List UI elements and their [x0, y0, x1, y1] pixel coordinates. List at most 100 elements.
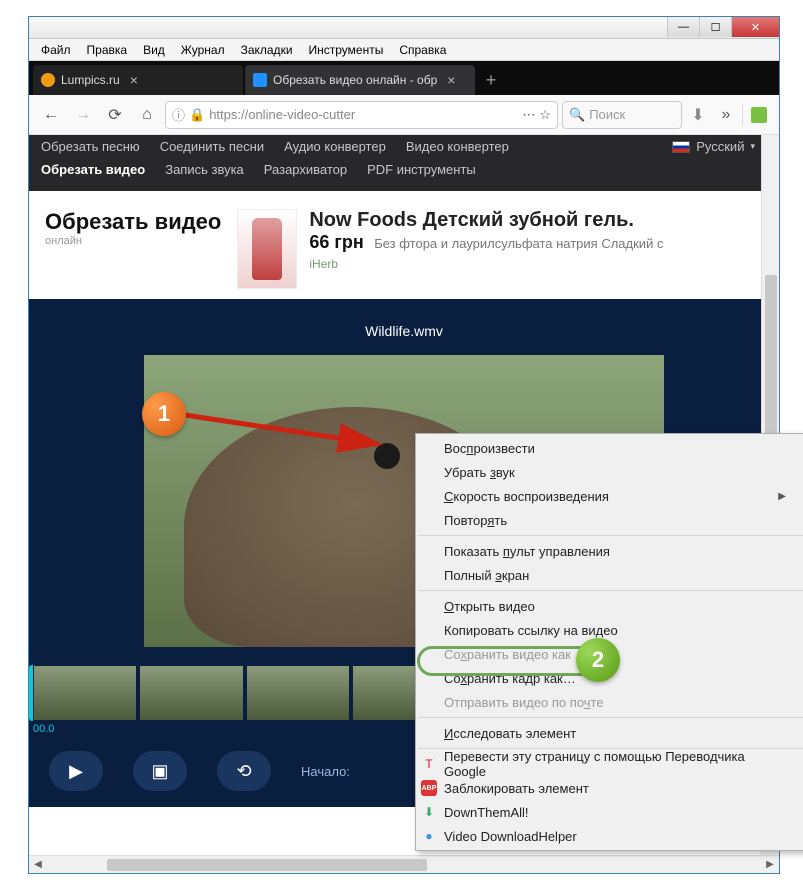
browser-toolbar: ← → ⟳ ⌂ ⓘ 🔒 https://online-video-cutter … — [29, 95, 779, 135]
menu-history[interactable]: Журнал — [175, 41, 231, 59]
menu-file[interactable]: Файл — [35, 41, 77, 59]
nav-audio-converter[interactable]: Аудио конвертер — [284, 139, 386, 154]
language-selector[interactable]: Русский ▾ — [672, 139, 767, 154]
favicon-icon — [41, 73, 55, 87]
context-menu-item[interactable]: Копировать ссылку на видео — [416, 618, 803, 642]
context-menu-item[interactable]: ⬇ DownThemAll! — [416, 800, 803, 824]
search-engine-icon: 🔍 — [569, 107, 585, 123]
context-menu-item[interactable]: ABPЗаблокировать элемент — [416, 776, 803, 800]
menu-item-label: Сохранить видео как — [444, 647, 571, 662]
rotate-button[interactable]: ⟲ — [217, 751, 271, 791]
timeline-thumb[interactable] — [33, 665, 137, 721]
ad-image — [237, 209, 297, 289]
context-menu-item[interactable]: Показать пульт управления — [416, 539, 803, 563]
nav-unarchiver[interactable]: Разархиватор — [264, 162, 347, 177]
menu-item-label: Полный экран — [444, 568, 529, 583]
address-bar[interactable]: ⓘ 🔒 https://online-video-cutter ⋯ ☆ — [165, 101, 558, 129]
menu-edit[interactable]: Правка — [81, 41, 134, 59]
context-menu-item[interactable]: Открыть видео — [416, 594, 803, 618]
menu-item-label: Повторять — [444, 513, 507, 528]
menu-item-label: DownThemAll! — [444, 805, 529, 820]
nav-cut-song[interactable]: Обрезать песню — [41, 139, 140, 154]
context-menu-item[interactable]: Убрать звук — [416, 460, 803, 484]
page-action-icon[interactable]: ⋯ — [522, 107, 535, 123]
downloads-button[interactable]: ⬇ — [686, 103, 710, 127]
reload-button[interactable]: ⟳ — [101, 101, 129, 129]
overflow-button[interactable]: » — [714, 103, 738, 127]
new-tab-button[interactable]: + — [477, 65, 505, 95]
language-label: Русский — [696, 139, 744, 154]
flag-ru-icon — [672, 141, 690, 153]
tab-lumpics[interactable]: Lumpics.ru × — [33, 65, 243, 95]
page-title: Обрезать видео — [45, 209, 221, 235]
tab-strip: Lumpics.ru × Обрезать видео онлайн - обр… — [29, 61, 779, 95]
crop-button[interactable]: ▣ — [133, 751, 187, 791]
timeline-thumb[interactable] — [139, 665, 243, 721]
nav-join-songs[interactable]: Соединить песни — [160, 139, 264, 154]
menu-item-label: Сохранить кадр как… — [444, 671, 576, 686]
menu-item-label: Перевести эту страницу с помощью Перевод… — [444, 749, 786, 779]
page-subtitle: онлайн — [45, 235, 221, 247]
window-titlebar: — ☐ ✕ — [29, 17, 779, 39]
scrollbar-thumb[interactable] — [107, 859, 427, 871]
window-close-button[interactable]: ✕ — [731, 17, 779, 37]
ad-price: 66 грн — [309, 232, 363, 252]
nav-pdf-tools[interactable]: PDF инструменты — [367, 162, 476, 177]
menu-item-icon: ABP — [421, 780, 437, 796]
menu-item-label: Показать пульт управления — [444, 544, 610, 559]
context-menu-item[interactable]: Воспроизвести — [416, 436, 803, 460]
context-menu-item[interactable]: Скорость воспроизведения ▶ — [416, 484, 803, 508]
ad-description: Без фтора и лаурилсульфата натрия Сладки… — [374, 236, 663, 251]
close-tab-icon[interactable]: × — [130, 72, 138, 88]
close-tab-icon[interactable]: × — [447, 72, 455, 88]
info-icon[interactable]: ⓘ — [172, 105, 185, 124]
annotation-marker-2: 2 — [576, 638, 620, 682]
menu-separator — [418, 535, 803, 536]
addon-button[interactable] — [747, 103, 771, 127]
menu-help[interactable]: Справка — [393, 41, 452, 59]
horizontal-scrollbar[interactable]: ◀ ▶ — [29, 855, 779, 873]
scroll-right-icon[interactable]: ▶ — [761, 859, 779, 870]
menu-item-icon: T — [421, 756, 437, 772]
ad-title: Now Foods Детский зубной гель. — [309, 209, 663, 232]
menu-item-label: Скорость воспроизведения — [444, 489, 609, 504]
context-menu-item[interactable]: ●Video DownloadHelper — [416, 824, 803, 848]
timeline-thumb[interactable] — [246, 665, 350, 721]
scroll-left-icon[interactable]: ◀ — [29, 859, 47, 870]
home-button[interactable]: ⌂ — [133, 101, 161, 129]
menu-tools[interactable]: Инструменты — [303, 41, 390, 59]
video-filename: Wildlife.wmv — [29, 323, 779, 339]
favicon-icon — [253, 73, 267, 87]
context-menu-item[interactable]: T Перевести эту страницу с помощью Перево… — [416, 752, 803, 776]
window-minimize-button[interactable]: — — [667, 17, 699, 37]
context-menu-item[interactable]: Исследовать элемент — [416, 721, 803, 745]
tab-label: Обрезать видео онлайн - обр — [273, 73, 437, 87]
menu-view[interactable]: Вид — [137, 41, 171, 59]
nav-record-audio[interactable]: Запись звука — [165, 162, 244, 177]
chevron-down-icon: ▾ — [750, 141, 755, 152]
submenu-arrow-icon: ▶ — [778, 491, 786, 502]
context-menu-item[interactable]: Повторять — [416, 508, 803, 532]
bookmark-icon[interactable]: ☆ — [539, 107, 551, 123]
context-menu-item[interactable]: Отправить видео по почте — [416, 690, 803, 714]
nav-cut-video[interactable]: Обрезать видео — [41, 162, 145, 177]
search-box[interactable]: 🔍 Поиск — [562, 101, 682, 129]
tab-label: Lumpics.ru — [61, 73, 120, 87]
ad-block[interactable]: Now Foods Детский зубной гель. 66 грн Бе… — [237, 209, 663, 289]
site-nav: Обрезать песню Соединить песни Аудио кон… — [29, 135, 779, 191]
window-maximize-button[interactable]: ☐ — [699, 17, 731, 37]
play-button[interactable]: ▶ — [49, 751, 103, 791]
context-menu-item[interactable]: Полный экран — [416, 563, 803, 587]
tab-videocutter[interactable]: Обрезать видео онлайн - обр × — [245, 65, 475, 95]
nav-video-converter[interactable]: Видео конвертер — [406, 139, 509, 154]
url-text: https://online-video-cutter — [209, 107, 518, 122]
menu-item-label: Исследовать элемент — [444, 726, 576, 741]
ad-source: iHerb — [309, 257, 663, 271]
menu-item-icon: ⬇ — [421, 804, 437, 820]
menu-bookmarks[interactable]: Закладки — [235, 41, 299, 59]
search-placeholder: Поиск — [589, 107, 625, 122]
back-button[interactable]: ← — [37, 101, 65, 129]
annotation-marker-1: 1 — [142, 392, 186, 436]
menu-item-label: Убрать звук — [444, 465, 515, 480]
forward-button[interactable]: → — [69, 101, 97, 129]
